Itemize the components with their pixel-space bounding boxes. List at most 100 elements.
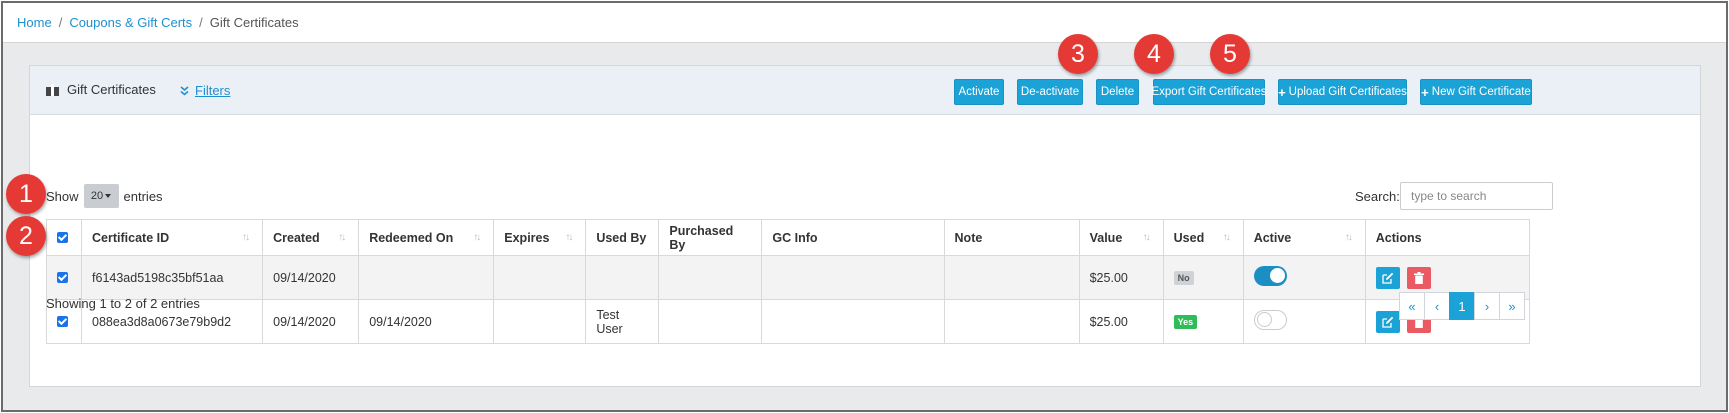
trash-icon — [1414, 271, 1425, 284]
used-badge: Yes — [1173, 315, 1198, 329]
col-redeemed-on[interactable]: Redeemed On ↑↓ — [358, 219, 495, 256]
col-active[interactable]: Active ↑↓ — [1242, 219, 1366, 256]
col-actions: Actions — [1364, 219, 1531, 256]
app-frame: Home / Coupons & Gift Certs / Gift Certi… — [1, 1, 1728, 412]
card-title: Gift Certificates — [46, 82, 156, 97]
active-toggle[interactable] — [1253, 310, 1287, 330]
table-row: 088ea3d8a0673e79b9d2 09/14/2020 09/14/20… — [45, 299, 1531, 344]
sort-icon: ↑↓ — [242, 232, 250, 243]
redeemed-cell — [358, 255, 495, 300]
toggle-knob — [1256, 312, 1272, 327]
gc-info-cell — [761, 299, 945, 344]
col-purchased-by: Purchased By — [658, 219, 763, 256]
value-cell: $25.00 — [1078, 299, 1164, 344]
filters-toggle[interactable]: Filters — [180, 83, 230, 98]
row-checkbox[interactable] — [57, 272, 68, 283]
next-page-button[interactable]: › — [1474, 292, 1500, 320]
sort-icon: ↑↓ — [1344, 232, 1353, 243]
row-checkbox[interactable] — [57, 316, 68, 327]
page-size-control: Show 20 entries — [46, 184, 163, 208]
table-row: f6143ad5198c35bf51aa 09/14/2020 $25.00 N… — [45, 255, 1531, 300]
show-label: Show — [46, 188, 79, 204]
new-gift-certificate-label: New Gift Certificate — [1431, 86, 1531, 98]
table-header-row: Certificate ID ↑↓ Created ↑↓ Redeemed On ↑↓… — [45, 219, 1531, 256]
edit-icon — [1382, 272, 1393, 284]
redeemed-cell: 09/14/2020 — [358, 299, 495, 344]
used-badge: No — [1173, 271, 1194, 285]
breadcrumb-current: Gift Certificates — [209, 15, 299, 30]
used-by-cell: Test User — [585, 299, 660, 344]
sort-icon: ↑↓ — [1142, 232, 1151, 243]
page-1-button[interactable]: 1 — [1449, 292, 1475, 320]
certificate-id-cell: f6143ad5198c35bf51aa — [81, 255, 264, 300]
page-size-value: 20 — [90, 190, 104, 202]
row-select-cell — [45, 255, 83, 300]
edit-button[interactable] — [1375, 266, 1400, 289]
pagination: « ‹ 1 › » — [1399, 292, 1525, 320]
purchased-by-cell — [658, 255, 763, 300]
search-input[interactable] — [1400, 182, 1553, 210]
created-cell: 09/14/2020 — [262, 299, 360, 344]
double-chevron-down-icon — [180, 85, 189, 96]
col-gc-info: GC Info — [761, 219, 945, 256]
edit-icon — [1382, 316, 1393, 328]
col-expires[interactable]: Expires ↑↓ — [493, 219, 587, 256]
breadcrumb-coupons-link[interactable]: Coupons & Gift Certs — [69, 15, 192, 30]
note-cell — [943, 255, 1080, 300]
active-cell — [1242, 299, 1366, 344]
export-gift-certificates-button[interactable]: Export Gift Certificates — [1151, 79, 1267, 105]
sort-icon: ↑↓ — [565, 232, 573, 243]
sort-icon: ↑↓ — [1222, 232, 1231, 243]
value-cell: $25.00 — [1078, 255, 1164, 300]
gift-certificates-table: Certificate ID ↑↓ Created ↑↓ Redeemed On ↑↓… — [45, 219, 1531, 344]
deactivate-button[interactable]: De-activate — [1017, 79, 1083, 105]
caret-down-icon — [105, 194, 112, 198]
gift-certificates-card: Gift Certificates Filters Activate De-ac… — [29, 65, 1701, 387]
sort-icon: ↑↓ — [473, 232, 481, 243]
prev-page-button[interactable]: ‹ — [1424, 292, 1450, 320]
upload-gift-certificates-label: Upload Gift Certificates — [1288, 86, 1407, 98]
callout-badge-2: 2 — [6, 216, 46, 256]
select-all-header — [45, 219, 83, 256]
search-label: Search: — [1355, 189, 1400, 204]
callout-badge-3: 3 — [1058, 34, 1098, 74]
expires-cell — [493, 299, 587, 344]
activate-button[interactable]: Activate — [954, 79, 1004, 105]
toggle-knob — [1269, 268, 1285, 283]
purchased-by-cell — [658, 299, 763, 344]
card-title-text: Gift Certificates — [67, 82, 156, 97]
created-cell: 09/14/2020 — [262, 255, 360, 300]
sort-icon: ↑↓ — [338, 232, 346, 243]
used-cell: No — [1162, 255, 1244, 300]
card-header: Gift Certificates Filters Activate De-ac… — [30, 66, 1700, 115]
breadcrumb-home-link[interactable]: Home — [17, 15, 52, 30]
page-size-select[interactable]: 20 — [83, 184, 119, 208]
col-created[interactable]: Created ↑↓ — [262, 219, 360, 256]
col-certificate-id[interactable]: Certificate ID ↑↓ — [81, 219, 264, 256]
breadcrumb-separator: / — [199, 15, 203, 30]
active-cell — [1242, 255, 1366, 300]
entries-label: entries — [123, 188, 163, 204]
callout-badge-1: 1 — [6, 174, 46, 214]
upload-gift-certificates-button[interactable]: + Upload Gift Certificates — [1278, 79, 1407, 105]
delete-row-button[interactable] — [1407, 266, 1432, 289]
callout-badge-5: 5 — [1210, 34, 1250, 74]
used-by-cell — [585, 255, 660, 300]
gc-info-cell — [761, 255, 945, 300]
breadcrumb: Home / Coupons & Gift Certs / Gift Certi… — [3, 3, 1726, 43]
col-value[interactable]: Value ↑↓ — [1078, 219, 1164, 256]
delete-button[interactable]: Delete — [1096, 79, 1139, 105]
active-toggle[interactable] — [1253, 266, 1287, 286]
used-cell: Yes — [1162, 299, 1244, 344]
new-gift-certificate-button[interactable]: + New Gift Certificate — [1420, 79, 1532, 105]
edit-button[interactable] — [1375, 310, 1400, 333]
last-page-button[interactable]: » — [1499, 292, 1525, 320]
callout-badge-4: 4 — [1134, 34, 1174, 74]
plus-icon: + — [1421, 84, 1429, 100]
plus-icon: + — [1278, 84, 1286, 100]
col-used[interactable]: Used ↑↓ — [1162, 219, 1244, 256]
select-all-checkbox[interactable] — [57, 232, 68, 243]
first-page-button[interactable]: « — [1399, 292, 1425, 320]
breadcrumb-separator: / — [58, 15, 63, 30]
filters-label: Filters — [195, 83, 231, 98]
